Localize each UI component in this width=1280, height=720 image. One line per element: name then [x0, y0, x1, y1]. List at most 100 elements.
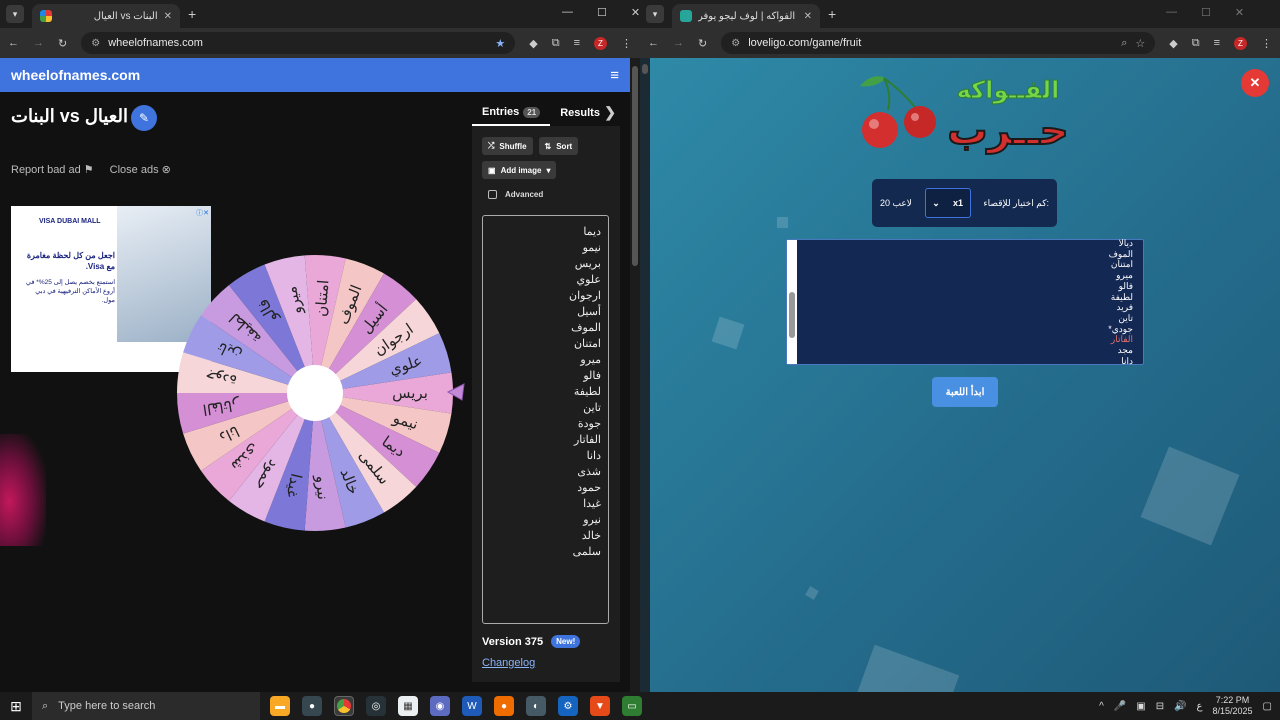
wheel-pointer-icon	[446, 383, 465, 401]
extension-diamond-icon[interactable]: ◆	[529, 37, 537, 50]
discord-icon[interactable]: ◉	[430, 696, 450, 716]
add-image-button[interactable]: ▣ Add image ▾	[482, 161, 557, 179]
minimize-icon[interactable]: —	[562, 6, 573, 19]
forward-icon[interactable]: →	[673, 37, 684, 49]
report-bad-ad-link[interactable]: Report bad ad ⚑	[11, 163, 94, 176]
close-tab-icon[interactable]: ✕	[164, 11, 172, 22]
logo-war-text: حــرب	[947, 108, 1068, 154]
clock-date: 8/15/2025	[1212, 706, 1253, 716]
changelog-link[interactable]: Changelog	[482, 657, 535, 669]
right-page-scrollbar[interactable]	[640, 58, 650, 692]
close-tab-icon[interactable]: ✕	[804, 11, 812, 22]
firefox-icon[interactable]: ●	[494, 696, 514, 716]
obs-icon[interactable]: ◎	[366, 696, 386, 716]
tab-entries[interactable]: Entries 21	[472, 100, 551, 126]
profile-avatar[interactable]: Z	[594, 36, 607, 50]
profile-avatar[interactable]: Z	[1234, 36, 1247, 50]
media-icon[interactable]: ≡	[1214, 37, 1220, 49]
name-wheel[interactable]: بريسنيموديماسلمىخالدنيروغيداحمودشذىداناا…	[176, 254, 454, 532]
hamburger-menu-icon[interactable]: ≡	[610, 67, 619, 84]
names-scrollbar[interactable]	[787, 240, 797, 364]
site-info-icon[interactable]: ⚙	[91, 38, 100, 49]
extensions-puzzle-icon[interactable]: ⧉	[552, 37, 560, 50]
steam-icon[interactable]: ⚙	[558, 696, 578, 716]
left-page-scrollbar[interactable]	[630, 58, 640, 692]
names-scrollbar-thumb[interactable]	[789, 292, 795, 338]
zoom-icon[interactable]: ⌕	[1121, 37, 1127, 50]
input-language[interactable]: ع	[1197, 701, 1203, 712]
sort-button[interactable]: ⇅ Sort	[538, 137, 579, 155]
entry-line: الفاتار	[573, 434, 601, 446]
close-window-icon[interactable]: ✕	[1235, 6, 1244, 19]
url-field[interactable]: ⚙ loveligo.com/game/fruit ⌕ ☆	[721, 32, 1156, 54]
app-tray-icon[interactable]: ▣	[1136, 701, 1145, 712]
forward-icon[interactable]: →	[33, 37, 44, 49]
back-icon[interactable]: ←	[648, 37, 659, 49]
minimize-icon[interactable]: —	[1166, 6, 1177, 19]
app-icon[interactable]: ◐	[526, 696, 546, 716]
chevron-right-icon[interactable]: ❯	[604, 104, 616, 121]
advanced-checkbox[interactable]	[488, 190, 497, 199]
left-browser-window: ▾ العيال vs البنات ✕ + — ☐ ✕ ← → ↻ ⚙ whe…	[0, 0, 640, 692]
maximize-icon[interactable]: ☐	[1201, 6, 1211, 19]
taskbar-search[interactable]: ⌕ Type here to search	[32, 692, 260, 720]
close-ads-link[interactable]: Close ads ⊗	[110, 163, 171, 176]
player-names-textarea[interactable]: ديالا الموف امتنان ميرو فالو لطيفة فريد تاين جود…	[786, 238, 1144, 366]
tab-search-icon[interactable]: ▾	[646, 5, 664, 23]
clock[interactable]: 7:22 PM 8/15/2025	[1213, 695, 1253, 717]
scrollbar-thumb[interactable]	[642, 64, 648, 74]
brave-icon[interactable]: ▼	[590, 696, 610, 716]
tray-chevron-icon[interactable]: ^	[1099, 701, 1104, 712]
reload-icon[interactable]: ↻	[698, 37, 707, 50]
volume-icon[interactable]: 🔊	[1174, 701, 1186, 712]
microphone-icon[interactable]: 🎤	[1114, 701, 1126, 712]
site-info-icon[interactable]: ⚙	[731, 38, 740, 49]
player-name-line: جودي*	[1108, 323, 1133, 334]
extensions-puzzle-icon[interactable]: ⧉	[1192, 37, 1200, 50]
more-menu-icon[interactable]: ⋮	[1261, 37, 1272, 50]
reload-icon[interactable]: ↻	[58, 37, 67, 50]
back-icon[interactable]: ←	[8, 37, 19, 49]
start-game-button[interactable]: ابدأ اللعبة	[932, 377, 998, 407]
ad-brand: VISA DUBAI MALL	[39, 218, 101, 225]
ad-info-icon[interactable]: ⓘ✕	[196, 208, 209, 218]
right-active-tab[interactable]: لعبة حرب الفواكه | لوف ليجو يوفر ✕	[672, 4, 820, 28]
version-row: Version 375 New!	[482, 635, 581, 648]
site-brand[interactable]: wheelofnames.com	[11, 67, 610, 83]
bookmark-star-icon[interactable]: ★	[495, 37, 505, 50]
edit-title-button[interactable]: ✎	[131, 105, 157, 131]
scrollbar-thumb[interactable]	[632, 66, 638, 266]
url-text: wheelofnames.com	[108, 37, 203, 49]
word-icon[interactable]: W	[462, 696, 482, 716]
left-active-tab[interactable]: العيال vs البنات ✕	[32, 4, 180, 28]
pencil-icon: ✎	[138, 111, 150, 125]
terminal-icon[interactable]: ▭	[622, 696, 642, 716]
notifications-icon[interactable]: ▢	[1263, 701, 1272, 712]
search-icon: ⌕	[42, 699, 49, 712]
tab-results[interactable]: Results	[550, 107, 600, 119]
store-icon[interactable]: ▦	[398, 696, 418, 716]
url-field[interactable]: ⚙ wheelofnames.com ★	[81, 32, 516, 54]
new-tab-icon[interactable]: +	[188, 6, 196, 22]
windows-start-icon[interactable]: ⊞	[0, 698, 32, 715]
game-settings-bar: 20 لاعب ⌄ x1 كم اختيار للإقصاء:	[872, 179, 1057, 227]
bookmark-star-icon[interactable]: ☆	[1135, 37, 1145, 50]
eliminate-count-select[interactable]: ⌄ x1	[924, 188, 971, 218]
entries-textarea[interactable]: ديما نيمو بريس علوي ارجوان أسيل الموف امتنان مير…	[482, 215, 609, 624]
new-tab-icon[interactable]: +	[828, 6, 836, 22]
more-menu-icon[interactable]: ⋮	[621, 37, 632, 50]
entry-line: أسيل	[577, 306, 601, 318]
media-icon[interactable]: ≡	[574, 37, 580, 49]
shuffle-button[interactable]: ⤮ Shuffle	[482, 137, 533, 155]
close-window-icon[interactable]: ✕	[631, 6, 640, 19]
app-icon[interactable]: ●	[302, 696, 322, 716]
extension-diamond-icon[interactable]: ◆	[1169, 37, 1177, 50]
network-icon[interactable]: ⊟	[1156, 701, 1164, 712]
wheel-center-hub[interactable]	[287, 365, 343, 421]
advanced-toggle[interactable]: Advanced	[488, 190, 543, 199]
chrome-icon[interactable]	[334, 696, 354, 716]
tab-search-icon[interactable]: ▾	[6, 5, 24, 23]
maximize-icon[interactable]: ☐	[597, 6, 607, 19]
close-game-button[interactable]: ✕	[1241, 69, 1269, 97]
file-explorer-icon[interactable]: ▬	[270, 696, 290, 716]
